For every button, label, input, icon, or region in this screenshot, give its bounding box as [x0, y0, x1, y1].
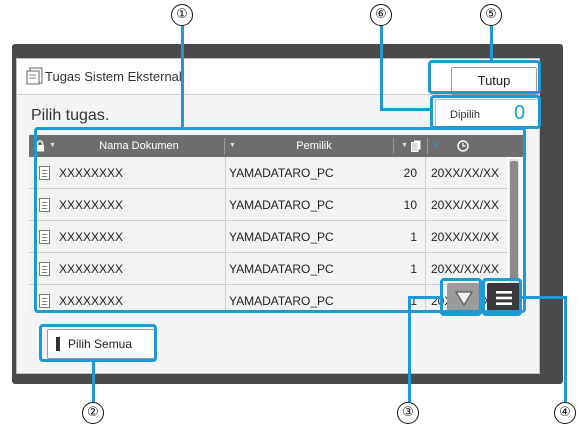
- highlight-selected: [430, 95, 541, 129]
- leader-line: [181, 26, 184, 128]
- callout-1: ①: [171, 4, 193, 26]
- callout-5: ⑤: [480, 4, 502, 26]
- leader-line: [380, 108, 432, 111]
- leader-line: [408, 296, 440, 299]
- highlight-select-all: [39, 324, 157, 362]
- leader-line: [490, 26, 493, 61]
- window-title: Tugas Sistem Eksternal: [45, 69, 182, 84]
- external-job-icon: [26, 67, 43, 85]
- prompt-text: Pilih tugas.: [31, 107, 110, 124]
- leader-line: [380, 26, 383, 110]
- callout-3: ③: [397, 402, 419, 424]
- callout-6: ⑥: [370, 4, 392, 26]
- highlight-menu: [482, 278, 522, 316]
- leader-line: [408, 296, 411, 402]
- callout-4: ④: [554, 402, 576, 424]
- highlight-close: [428, 60, 541, 94]
- callout-2: ②: [82, 402, 104, 424]
- highlight-scroll: [440, 278, 482, 316]
- leader-line: [522, 296, 567, 299]
- leader-line: [92, 361, 95, 402]
- leader-line: [564, 296, 567, 402]
